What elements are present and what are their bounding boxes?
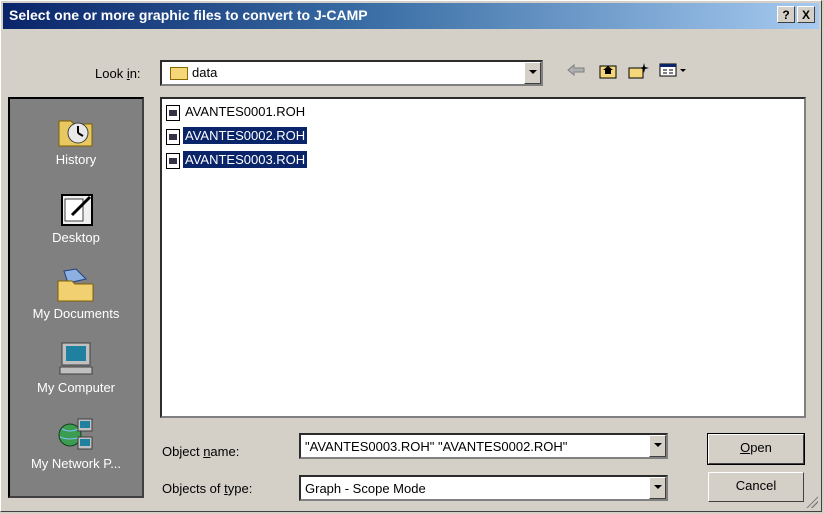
object-name-input[interactable]: "AVANTES0003.ROH" "AVANTES0002.ROH" (299, 433, 668, 459)
history-icon (56, 113, 96, 149)
my-network-icon (56, 417, 96, 453)
place-history[interactable]: History (10, 113, 142, 167)
open-button[interactable]: Open (707, 433, 805, 465)
title-bar[interactable]: Select one or more graphic files to conv… (3, 3, 819, 29)
object-name-dropdown-button[interactable] (649, 435, 666, 457)
file-list[interactable]: AVANTES0001.ROH AVANTES0002.ROH AVANTES0… (160, 97, 806, 418)
new-folder-icon[interactable] (626, 62, 650, 84)
objects-of-type-value: Graph - Scope Mode (305, 481, 426, 496)
my-computer-icon (56, 341, 96, 377)
look-in-dropdown-button[interactable] (524, 62, 541, 84)
resize-grip[interactable] (806, 496, 818, 508)
file-item[interactable]: AVANTES0001.ROH (166, 104, 307, 124)
window-title: Select one or more graphic files to conv… (9, 7, 368, 23)
file-item-selected[interactable]: AVANTES0003.ROH (166, 150, 309, 172)
help-button[interactable]: ? (777, 6, 795, 23)
objects-of-type-label: Objects of type: (162, 481, 253, 496)
object-name-label: Object name: (162, 444, 240, 459)
my-documents-icon (56, 267, 96, 303)
place-my-network[interactable]: My Network P... (10, 417, 142, 471)
file-icon (166, 152, 180, 169)
look-in-label: Look in: (95, 66, 141, 81)
cancel-button[interactable]: Cancel (708, 472, 804, 502)
place-my-documents[interactable]: My Documents (10, 267, 142, 321)
look-in-dropdown[interactable]: data (160, 60, 543, 86)
places-bar: History Desktop My Documents My Computer… (8, 97, 144, 498)
look-in-value: data (192, 65, 218, 80)
file-open-dialog: Select one or more graphic files to conv… (0, 0, 822, 512)
place-my-computer[interactable]: My Computer (10, 341, 142, 395)
file-icon (166, 128, 180, 145)
close-button[interactable]: X (797, 6, 815, 23)
folder-icon (170, 67, 188, 81)
object-name-value: "AVANTES0003.ROH" "AVANTES0002.ROH" (305, 439, 568, 454)
file-item-selected[interactable]: AVANTES0002.ROH (166, 126, 309, 148)
desktop-icon (56, 191, 96, 227)
objects-of-type-dropdown[interactable]: Graph - Scope Mode (299, 475, 668, 501)
file-icon (166, 104, 180, 121)
objects-of-type-dropdown-button[interactable] (649, 477, 666, 499)
place-desktop[interactable]: Desktop (10, 191, 142, 245)
back-arrow-icon[interactable] (564, 62, 588, 84)
up-folder-icon[interactable] (596, 62, 620, 84)
view-menu-icon[interactable] (658, 62, 688, 84)
